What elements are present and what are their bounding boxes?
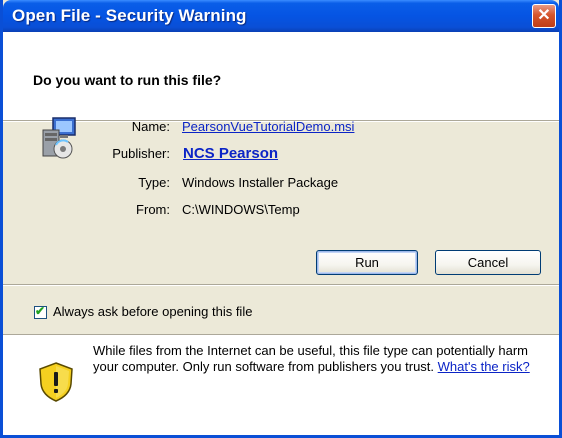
from-label: From: bbox=[136, 202, 170, 217]
dialog-question: Do you want to run this file? bbox=[33, 72, 222, 88]
close-button[interactable]: ✕ bbox=[532, 4, 556, 28]
close-icon: ✕ bbox=[537, 7, 551, 24]
warning-message: While files from the Internet can be use… bbox=[93, 343, 533, 375]
file-name-link[interactable]: PearsonVueTutorialDemo.msi bbox=[182, 119, 354, 134]
options-divider bbox=[3, 284, 559, 286]
risk-link[interactable]: What's the risk? bbox=[438, 359, 530, 374]
file-type-value: Windows Installer Package bbox=[182, 175, 339, 190]
cancel-button[interactable]: Cancel bbox=[435, 250, 541, 275]
checkmark-icon: ✔ bbox=[35, 304, 46, 318]
security-warning-dialog: Open File - Security Warning ✕ Do you wa… bbox=[0, 0, 562, 438]
run-button[interactable]: Run bbox=[316, 250, 418, 275]
shield-warning-icon bbox=[39, 362, 73, 402]
name-label: Name: bbox=[131, 119, 170, 134]
file-location-value: C:\WINDOWS\Temp bbox=[182, 202, 300, 217]
always-ask-checkbox[interactable]: ✔ bbox=[34, 304, 47, 319]
publisher-label: Publisher: bbox=[112, 146, 170, 161]
type-label: Type: bbox=[138, 175, 170, 190]
window-title: Open File - Security Warning bbox=[12, 6, 247, 25]
always-ask-label[interactable]: Always ask before opening this file bbox=[53, 304, 252, 319]
publisher-link[interactable]: NCS Pearson bbox=[183, 145, 278, 162]
title-bar[interactable]: Open File - Security Warning ✕ bbox=[3, 0, 559, 32]
